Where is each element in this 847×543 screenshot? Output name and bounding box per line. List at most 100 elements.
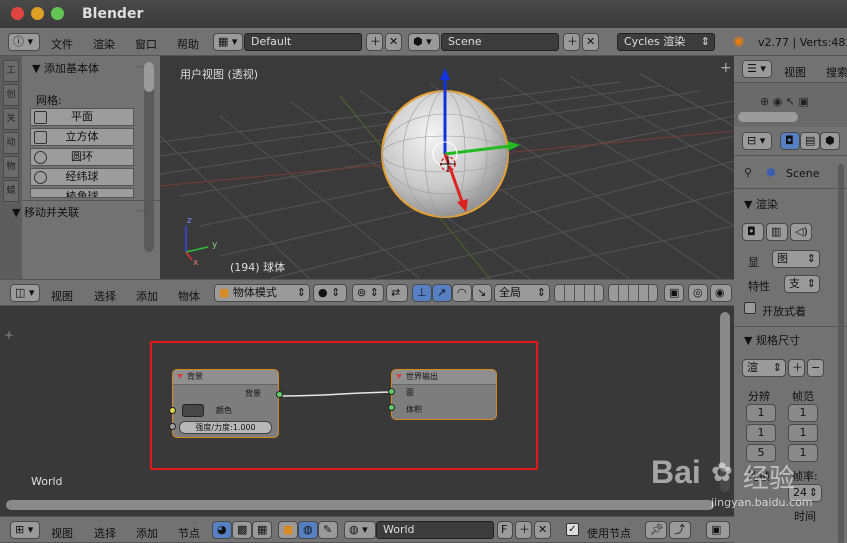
menu-help[interactable]: 帮助	[177, 36, 199, 52]
tab-relations[interactable]: 关	[3, 108, 19, 130]
add-plane-button[interactable]: 平面	[30, 108, 134, 126]
render-image-button[interactable]: ◘	[742, 223, 764, 241]
shader-nodes-button[interactable]: ◕	[212, 521, 232, 539]
surface-input-socket[interactable]	[388, 388, 395, 395]
dimensions-section-header[interactable]: ▼ 规格尺寸	[744, 332, 800, 348]
outliner-scrollbar[interactable]	[738, 112, 798, 122]
object-shader-button[interactable]: ■	[278, 521, 298, 539]
tab-create[interactable]: 创	[3, 84, 19, 106]
menu-node[interactable]: 节点	[178, 525, 200, 541]
add-world-button[interactable]: ＋	[515, 521, 532, 539]
resolution-x-field[interactable]: 1	[746, 404, 776, 422]
scene-name-field[interactable]: Scene	[441, 33, 559, 51]
menu-view[interactable]: 视图	[784, 64, 806, 80]
proportional-edit-button[interactable]: ◎	[688, 284, 708, 302]
remove-world-button[interactable]: ✕	[534, 521, 551, 539]
tab-grease-pencil[interactable]: 蜡	[3, 180, 19, 202]
collapse-triangle-icon[interactable]	[177, 374, 183, 379]
strength-slider[interactable]: 强度/力度:1.000	[179, 421, 272, 434]
render-layers-tab-button[interactable]: ▤	[800, 132, 820, 150]
world-output-node[interactable]: 世界输出 面 体积	[391, 369, 497, 420]
tab-animation[interactable]: 动	[3, 132, 19, 154]
backdrop-button[interactable]: ▣	[706, 521, 730, 539]
transform-manipulator-button[interactable]: ⊥	[412, 284, 432, 302]
editor-type-button[interactable]: ◫ ▾	[10, 284, 40, 302]
editor-type-button[interactable]: ⊟ ▾	[742, 132, 772, 150]
frame-start-field[interactable]: 1	[788, 404, 818, 422]
add-view-plus-icon[interactable]: +	[720, 60, 732, 76]
3d-viewport[interactable]: 用户视图 (透视) (194) 球体 z y x +	[160, 56, 734, 279]
menu-view[interactable]: 视图	[51, 288, 73, 304]
menu-search[interactable]: 搜索	[826, 64, 847, 80]
tab-tools[interactable]: 工	[3, 60, 19, 82]
panel-move-and-link[interactable]: ▼ 移动并关联	[12, 204, 79, 220]
background-output-socket[interactable]	[276, 391, 283, 398]
add-preset-button[interactable]: ＋	[788, 359, 805, 377]
viewport-shading-dropdown[interactable]: ● ⇕	[313, 284, 347, 302]
background-node[interactable]: 背景 背景 颜色 强度/力度:1.000	[172, 369, 279, 438]
editor-type-button[interactable]: ☰ ▾	[742, 60, 772, 78]
render-animation-button[interactable]: ▥	[766, 223, 788, 241]
maximize-window-button[interactable]	[51, 7, 64, 20]
render-section-header[interactable]: ▼ 渲染	[744, 196, 778, 212]
remove-scene-button[interactable]: ✕	[582, 33, 599, 51]
fake-user-button[interactable]: F	[497, 521, 513, 539]
compositing-nodes-button[interactable]: ▩	[232, 521, 252, 539]
menu-object[interactable]: 物体	[178, 288, 200, 304]
close-window-button[interactable]	[11, 7, 24, 20]
add-circle-button[interactable]: 圆环	[30, 148, 134, 166]
render-preset-dropdown[interactable]: 渲 ⇕	[742, 359, 786, 377]
menu-file[interactable]: 文件	[51, 36, 73, 52]
menu-view[interactable]: 视图	[51, 525, 73, 541]
translate-manipulator-button[interactable]: ↗	[432, 284, 452, 302]
menu-add[interactable]: 添加	[136, 288, 158, 304]
world-name-field[interactable]: World	[376, 521, 494, 539]
feature-set-dropdown[interactable]: 支 ⇕	[784, 275, 820, 293]
layer-buttons-1[interactable]	[554, 284, 604, 302]
layout-selector[interactable]: ▦ ▾	[213, 33, 243, 51]
render-engine-dropdown[interactable]: Cycles 渲染 ⇕	[617, 33, 715, 51]
node-link[interactable]	[278, 391, 393, 397]
strength-input-socket[interactable]	[169, 423, 176, 430]
outliner[interactable]: ⊕ ◉ ↖ ▣	[734, 83, 847, 127]
render-tab-button[interactable]: ◘	[780, 132, 800, 150]
color-swatch[interactable]	[182, 404, 204, 417]
world-shader-button[interactable]: ◍	[298, 521, 318, 539]
add-cube-button[interactable]: 立方体	[30, 128, 134, 146]
panel-add-primitive[interactable]: ▼ 添加基本体	[32, 60, 99, 76]
node-horizontal-scrollbar[interactable]	[6, 500, 714, 510]
scene-tab-button[interactable]: ⬢	[820, 132, 840, 150]
manipulator-toggle-button[interactable]: ⇄	[386, 284, 408, 302]
layout-name-field[interactable]: Default	[244, 33, 362, 51]
collapse-triangle-icon[interactable]	[396, 374, 402, 379]
background-node-header[interactable]: 背景	[173, 370, 278, 385]
pin-button[interactable]: 📌︎	[645, 521, 667, 539]
mode-dropdown[interactable]: ■ 物体模式 ⇕	[214, 284, 310, 302]
scale-manipulator-button[interactable]: ↘	[472, 284, 492, 302]
world-output-node-header[interactable]: 世界输出	[392, 370, 496, 385]
pin-icon[interactable]: ⚲	[744, 166, 752, 179]
menu-select[interactable]: 选择	[94, 525, 116, 541]
parent-tree-button[interactable]: ⤴	[669, 521, 691, 539]
menu-select[interactable]: 选择	[94, 288, 116, 304]
remove-layout-button[interactable]: ✕	[385, 33, 402, 51]
editor-type-button[interactable]: ⓘ ▾	[8, 33, 40, 51]
lock-layers-button[interactable]: ▣	[664, 284, 684, 302]
pivot-point-dropdown[interactable]: ⊚ ⇕	[352, 284, 384, 302]
transform-orientation-dropdown[interactable]: 全局 ⇕	[494, 284, 550, 302]
texture-nodes-button[interactable]: ▦	[252, 521, 272, 539]
use-nodes-checkbox[interactable]: ✓	[566, 523, 579, 536]
menu-window[interactable]: 窗口	[135, 36, 157, 52]
editor-type-button[interactable]: ⊞ ▾	[10, 521, 40, 539]
minimize-window-button[interactable]	[31, 7, 44, 20]
volume-input-socket[interactable]	[388, 404, 395, 411]
add-uv-sphere-button[interactable]: 经纬球	[30, 168, 134, 186]
color-input-socket[interactable]	[169, 407, 176, 414]
add-layout-button[interactable]: ＋	[366, 33, 383, 51]
world-browse-button[interactable]: ◍ ▾	[344, 521, 376, 539]
snap-button[interactable]: ◉	[710, 284, 732, 302]
add-plus-icon[interactable]: +	[4, 328, 14, 342]
rotate-manipulator-button[interactable]: ◠	[452, 284, 472, 302]
node-editor[interactable]: + 背景 背景 颜色 强度/力度:1.000 世界输出 面 体积 World	[0, 306, 734, 516]
layer-buttons-2[interactable]	[608, 284, 658, 302]
